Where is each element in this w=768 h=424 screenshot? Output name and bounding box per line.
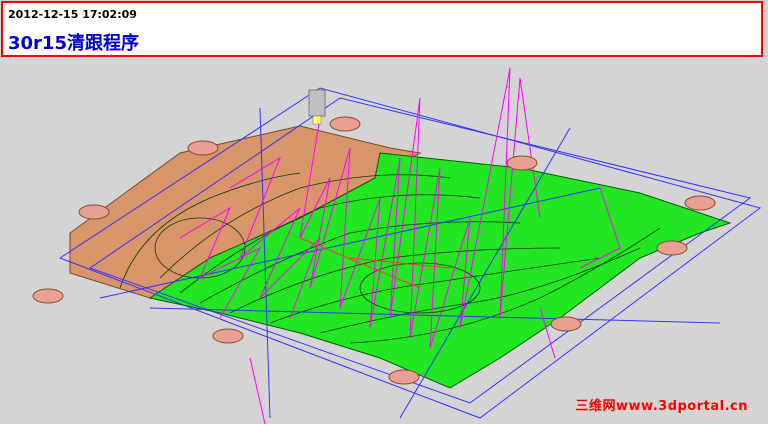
- info-header: 2012-12-15 17:02:09 30r15清跟程序: [1, 1, 763, 57]
- watermark: 三维网www.3dportal.cn: [575, 399, 748, 414]
- program-title: 30r15清跟程序: [8, 33, 139, 54]
- cutting-tool-icon: [308, 89, 326, 117]
- timestamp: 2012-12-15 17:02:09: [8, 8, 137, 21]
- toolpath-scene: [32, 67, 762, 424]
- cam-3d-viewport[interactable]: [0, 58, 768, 424]
